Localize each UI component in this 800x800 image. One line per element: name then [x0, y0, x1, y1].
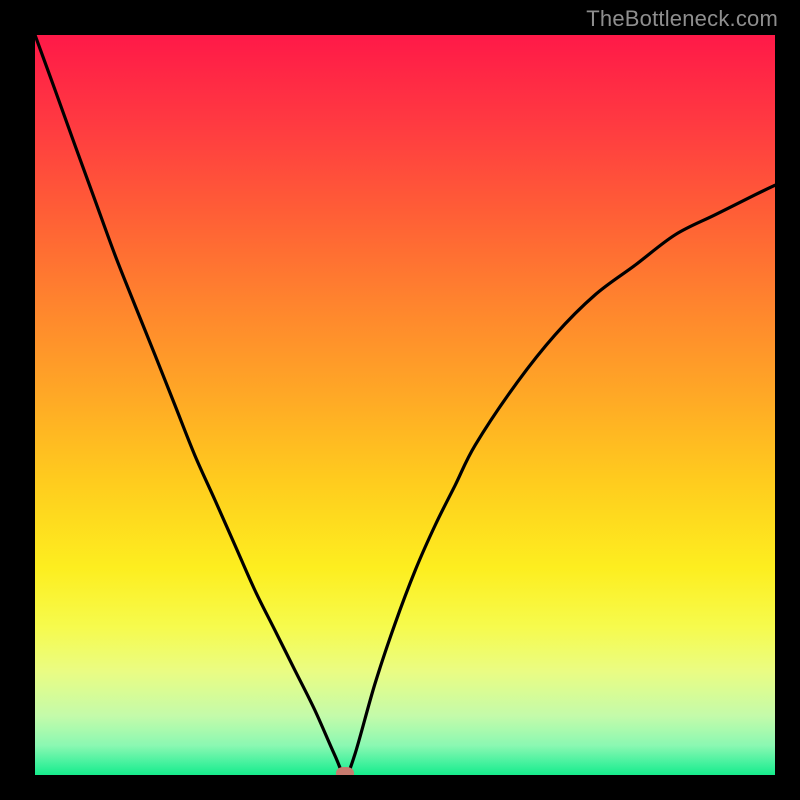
watermark-text: TheBottleneck.com — [586, 6, 778, 32]
plot-area — [35, 35, 775, 775]
minimum-marker-icon — [336, 767, 354, 775]
chart-frame: TheBottleneck.com — [0, 0, 800, 800]
bottleneck-curve — [35, 35, 775, 775]
